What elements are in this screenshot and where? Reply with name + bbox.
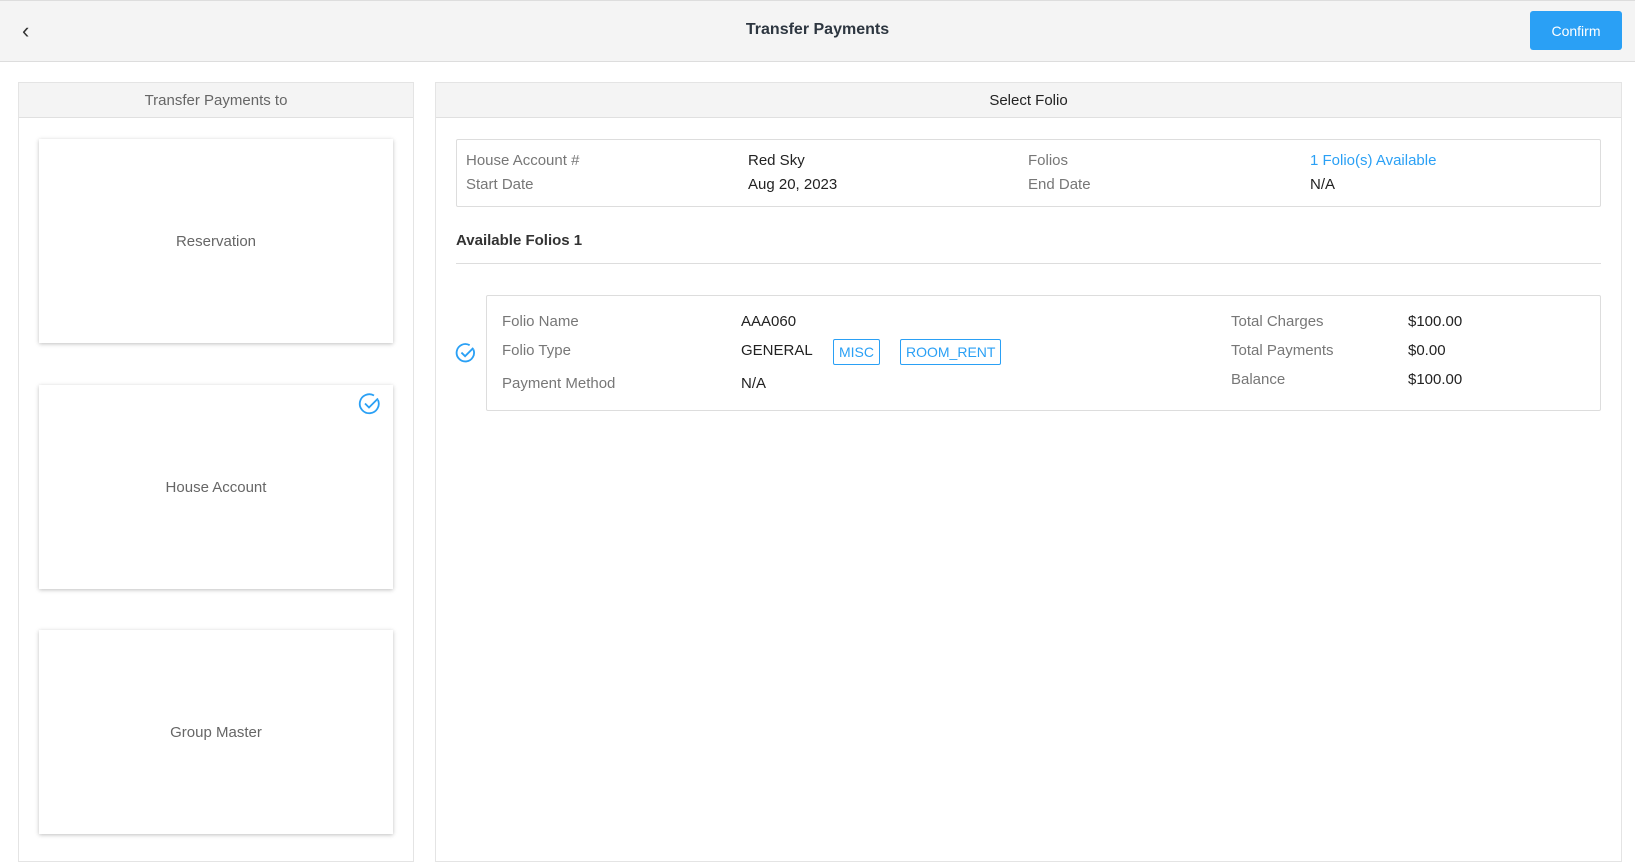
total-charges-value: $100.00	[1408, 313, 1463, 330]
folio-type-label: Folio Type	[502, 342, 571, 359]
folios-available-link[interactable]: 1 Folio(s) Available	[1310, 152, 1436, 169]
divider	[456, 263, 1601, 264]
end-date-label: End Date	[1028, 176, 1091, 193]
payment-method-label: Payment Method	[502, 375, 616, 392]
total-payments-value: $0.00	[1408, 342, 1446, 359]
folio-name-label: Folio Name	[502, 313, 579, 330]
option-label: Reservation	[175, 232, 257, 250]
check-circle-icon	[358, 393, 380, 415]
confirm-button[interactable]: Confirm	[1530, 11, 1622, 50]
account-info-box	[456, 139, 1601, 207]
balance-label: Balance	[1231, 371, 1286, 388]
start-date-value: Aug 20, 2023	[748, 176, 838, 193]
page-title: Transfer Payments	[745, 21, 890, 38]
start-date-label: Start Date	[466, 176, 534, 193]
payment-method-value: N/A	[741, 375, 767, 392]
folio-name-value: AAA060	[741, 313, 797, 330]
panel-title: Select Folio	[436, 83, 1621, 118]
end-date-value: N/A	[1310, 176, 1336, 193]
folios-label: Folios	[1028, 152, 1069, 169]
available-folios-heading: Available Folios 1	[456, 232, 583, 249]
folio-selected-check-icon[interactable]	[455, 342, 477, 364]
house-account-label: House Account #	[466, 152, 580, 169]
balance-value: $100.00	[1408, 371, 1463, 388]
tag-room-rent: ROOM_RENT	[900, 339, 1002, 365]
option-house-account[interactable]: House Account	[39, 385, 393, 589]
option-label: House Account	[165, 478, 267, 496]
house-account-value: Red Sky	[748, 152, 805, 169]
total-payments-label: Total Payments	[1231, 342, 1334, 359]
tag-misc: MISC	[833, 339, 880, 365]
total-charges-label: Total Charges	[1231, 313, 1324, 330]
panel-title: Transfer Payments to	[19, 83, 413, 118]
option-reservation[interactable]: Reservation	[39, 139, 393, 343]
folio-type-value: GENERAL	[741, 342, 813, 359]
option-group-master[interactable]: Group Master	[39, 630, 393, 834]
option-label: Group Master	[170, 723, 262, 741]
